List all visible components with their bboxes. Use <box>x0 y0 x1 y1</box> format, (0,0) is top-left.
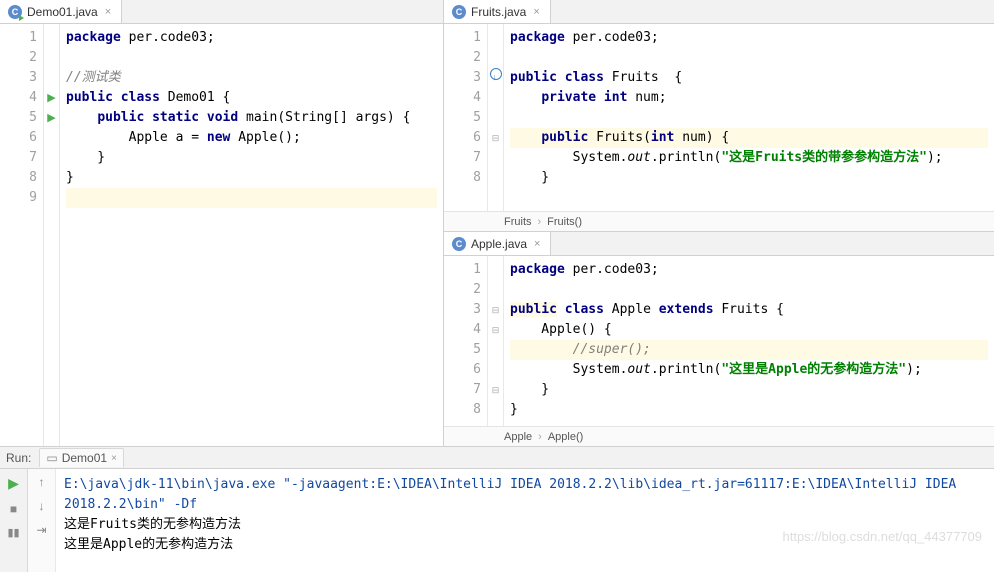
gutter-marks: ⊟ ⊟ ⊟ <box>488 256 504 426</box>
tab-bar-left: C Demo01.java × <box>0 0 443 24</box>
code-area[interactable]: package per.code03;public class Fruits {… <box>504 24 994 211</box>
command-line: E:\java\jdk-11\bin\java.exe "-javaagent:… <box>64 475 986 515</box>
gutter-marks: ▶ ▶ <box>44 24 60 446</box>
output-line: 这里是Apple的无参构造方法 <box>64 535 986 555</box>
close-icon[interactable]: × <box>111 453 117 464</box>
console-output[interactable]: E:\java\jdk-11\bin\java.exe "-javaagent:… <box>56 469 994 572</box>
run-label: Run: <box>6 451 31 465</box>
pause-icon[interactable]: ▮▮ <box>7 526 19 539</box>
run-header: Run: ▭ Demo01 × <box>0 447 994 469</box>
tab-bar-fruits: C Fruits.java × <box>444 0 994 24</box>
tab-fruits[interactable]: C Fruits.java × <box>444 0 551 23</box>
tab-label: Demo01.java <box>27 5 98 19</box>
line-gutter: 12345678 <box>444 24 488 211</box>
close-icon[interactable]: × <box>532 238 542 250</box>
line-gutter: 1 2 3 4 5 6 7 8 9 <box>0 24 44 446</box>
editor-apple[interactable]: 12345678 ⊟ ⊟ ⊟ package per.code03;public… <box>444 256 994 426</box>
tab-bar-apple: C Apple.java × <box>444 232 994 256</box>
tab-label: Fruits.java <box>471 5 526 19</box>
rerun-icon[interactable]: ▶ <box>8 475 19 492</box>
tab-demo01[interactable]: C Demo01.java × <box>0 0 122 23</box>
tab-label: Apple.java <box>471 237 527 251</box>
close-icon[interactable]: × <box>531 6 541 18</box>
breadcrumb-apple[interactable]: Apple›Apple() <box>444 426 994 446</box>
java-class-icon: C <box>452 5 466 19</box>
soft-wrap-icon[interactable]: ⇥ <box>36 523 46 537</box>
fold-icon[interactable]: ⊟ <box>492 133 500 143</box>
breadcrumb-fruits[interactable]: Fruits›Fruits() <box>444 211 994 231</box>
override-icon[interactable] <box>490 68 502 80</box>
fold-icon[interactable]: ⊟ <box>492 305 500 315</box>
up-icon[interactable]: ↑ <box>39 475 45 489</box>
output-line: 这是Fruits类的无参构造方法 <box>64 515 986 535</box>
stop-icon[interactable]: ■ <box>10 502 17 516</box>
left-editor-pane: C Demo01.java × 1 2 3 4 5 6 7 8 9 ▶ ▶ <box>0 0 444 446</box>
right-editor-pane: C Fruits.java × 12345678 ⊟ package per.c… <box>444 0 994 446</box>
editor-demo01[interactable]: 1 2 3 4 5 6 7 8 9 ▶ ▶ package per.code03… <box>0 24 443 446</box>
tab-apple[interactable]: C Apple.java × <box>444 232 551 255</box>
run-line-icon[interactable]: ▶ <box>47 92 55 104</box>
code-area[interactable]: package per.code03;public class Apple ex… <box>504 256 994 426</box>
code-area[interactable]: package per.code03;//测试类public class Dem… <box>60 24 443 446</box>
fold-icon[interactable]: ⊟ <box>492 325 500 335</box>
run-config-tab[interactable]: ▭ Demo01 × <box>39 448 124 467</box>
run-toolbar-inner: ↑ ↓ ⇥ <box>28 469 56 572</box>
run-panel: ▶ ■ ▮▮ ↑ ↓ ⇥ E:\java\jdk-11\bin\java.exe… <box>0 469 994 572</box>
app-icon: ▭ <box>46 451 57 465</box>
run-toolbar-left: ▶ ■ ▮▮ <box>0 469 28 572</box>
line-gutter: 12345678 <box>444 256 488 426</box>
java-class-run-icon: C <box>8 5 22 19</box>
fold-icon[interactable]: ⊟ <box>492 385 500 395</box>
java-class-icon: C <box>452 237 466 251</box>
run-line-icon[interactable]: ▶ <box>47 112 55 124</box>
close-icon[interactable]: × <box>103 6 113 18</box>
down-icon[interactable]: ↓ <box>39 499 45 513</box>
editor-fruits[interactable]: 12345678 ⊟ package per.code03;public cla… <box>444 24 994 211</box>
gutter-marks: ⊟ <box>488 24 504 211</box>
